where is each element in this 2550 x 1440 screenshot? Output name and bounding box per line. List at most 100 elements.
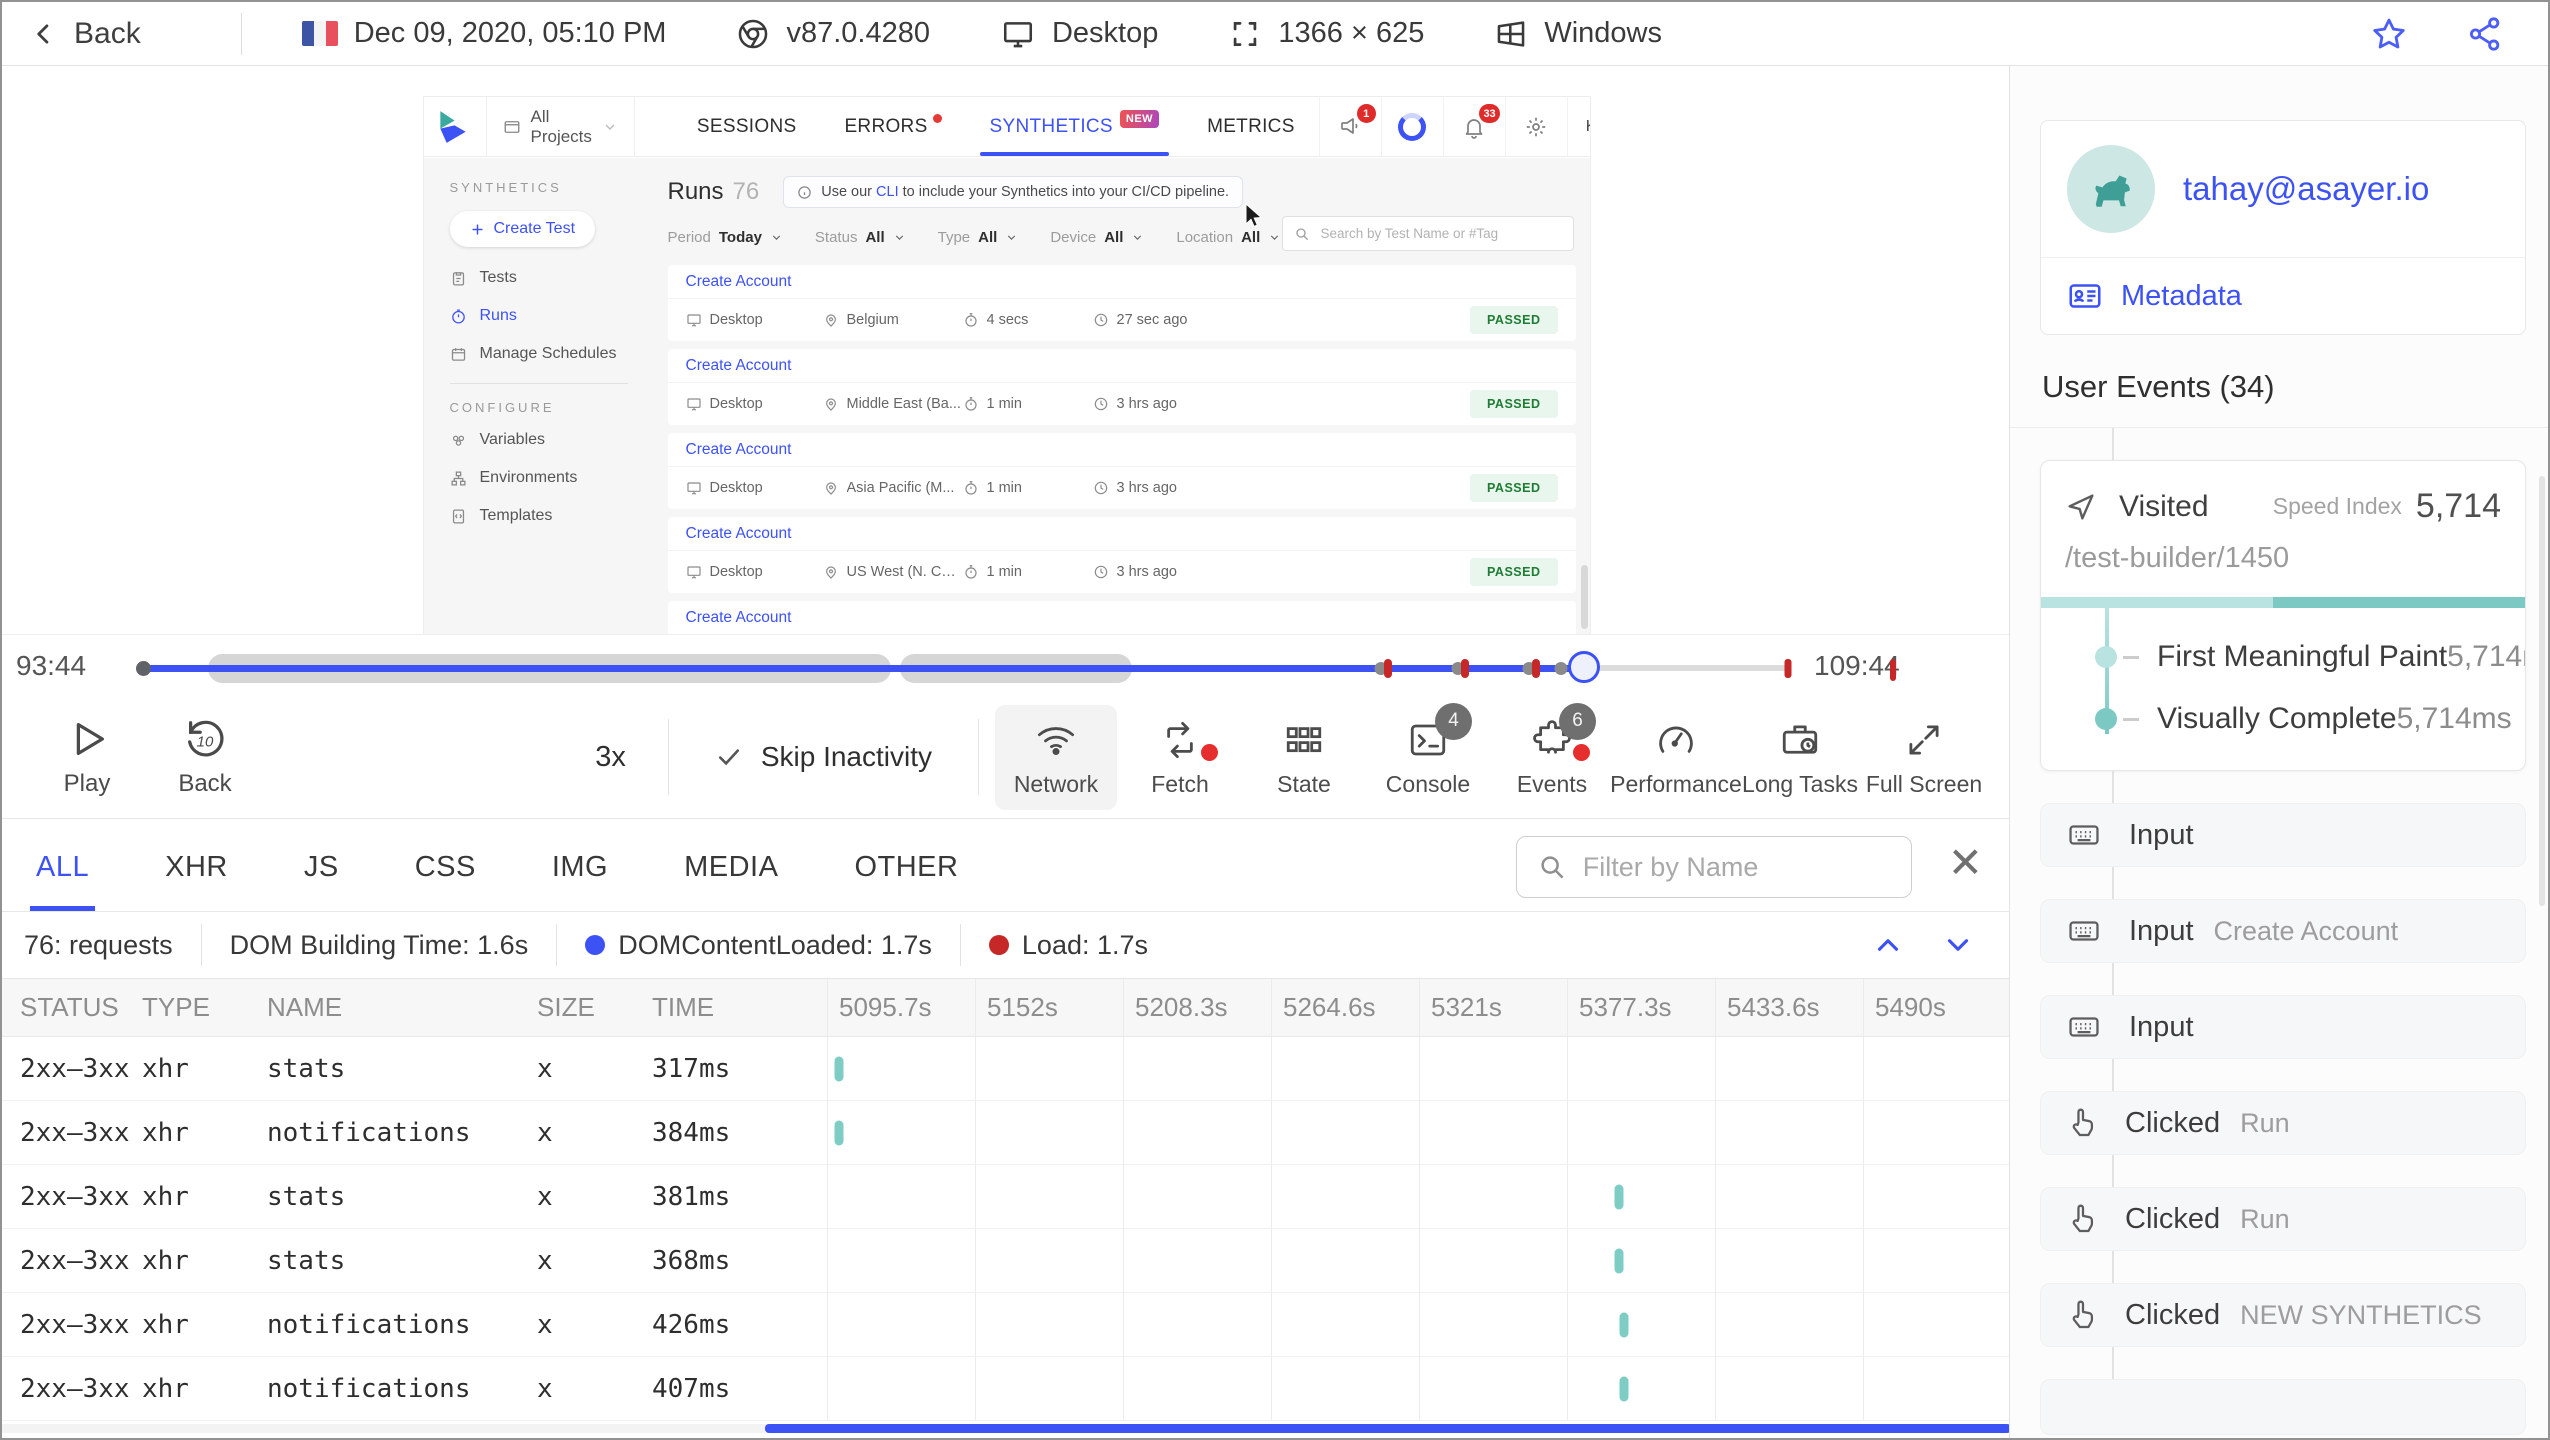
panel-toggle-button[interactable]: State [1243, 705, 1365, 810]
network-type-tab[interactable]: OTHER [852, 851, 960, 911]
network-wifi-icon [1034, 719, 1078, 761]
bell-icon: 33 [1442, 97, 1505, 156]
favorite-star-icon[interactable] [2370, 15, 2408, 53]
event-connector [2112, 428, 2114, 460]
error-marker[interactable] [1531, 659, 1540, 678]
request-size: x [537, 1373, 553, 1404]
create-test-button: Create Test [449, 211, 596, 247]
monitor-icon [686, 314, 701, 327]
request-size: x [537, 1117, 553, 1148]
run-location: Asia Pacific (M... [823, 480, 963, 496]
divider [449, 383, 628, 384]
chevron-down-icon [772, 234, 781, 240]
divider [240, 12, 242, 55]
filter-by-name-input[interactable] [1580, 850, 1891, 884]
run-card: Create Account Desktop US West (N. Cal..… [667, 517, 1576, 593]
replayed-app-tab: METRICS [1207, 115, 1295, 137]
request-size: x [537, 1245, 553, 1276]
user-event-item[interactable]: Input [2040, 995, 2526, 1059]
network-request-row[interactable]: 2xx–3xx xhr stats x 317ms [2, 1037, 2011, 1101]
timeline-end-marker [1784, 659, 1792, 678]
panel-toggle-button[interactable]: 4 Console [1367, 702, 1489, 810]
resolution-brackets-icon [1228, 17, 1262, 51]
event-value: Run [2240, 1107, 2290, 1138]
timeline-progress [140, 665, 1584, 672]
error-marker[interactable] [1460, 659, 1469, 678]
run-test-name-link: Create Account [667, 433, 1576, 467]
dash [2123, 717, 2139, 721]
rewind-10-icon: 10 [182, 716, 228, 762]
event-connector [2112, 1155, 2114, 1187]
waterfall-tick [834, 1120, 844, 1145]
location-pin-icon [825, 398, 836, 411]
network-type-tab[interactable]: XHR [163, 851, 230, 911]
search-icon [1294, 226, 1310, 242]
request-type: xhr [142, 1245, 189, 1276]
play-icon [64, 716, 110, 762]
network-type-tab[interactable]: JS [302, 851, 341, 911]
jump-next-icon[interactable] [1941, 928, 1975, 962]
calendar-icon [450, 346, 467, 363]
metric-dot [2095, 708, 2117, 730]
back-button[interactable]: Back [30, 17, 141, 51]
network-table-header: STATUS TYPE NAME SIZE TIME 5095.7s 5152s 5… [2, 979, 2011, 1037]
request-name: notifications [267, 1309, 471, 1340]
skip-inactivity-toggle[interactable]: Skip Inactivity [669, 741, 978, 773]
user-event-item[interactable]: Clicked NEW SYNTHETICS [2040, 1283, 2526, 1347]
network-request-row[interactable]: 2xx–3xx xhr stats x 381ms [2, 1165, 2011, 1229]
state-grid-icon [1282, 719, 1326, 761]
horizontal-scrollbar [2, 1424, 2011, 1433]
error-marker[interactable] [1383, 659, 1392, 678]
share-icon[interactable] [2466, 15, 2504, 53]
panel-toggle-button[interactable]: Network [995, 704, 1117, 810]
stopwatch-icon [964, 313, 977, 327]
timeline-track[interactable] [136, 651, 1792, 683]
visited-event-card[interactable]: Visited Speed Index 5,714 /test-builder/… [2040, 460, 2526, 771]
metric-row: First Meaningful Paint 5,714ms [2095, 640, 2525, 674]
status-badge: PASSED [1470, 558, 1558, 586]
user-events-title: User Events (34) [2042, 369, 2275, 404]
panel-toggle-button[interactable]: Performance [1610, 705, 1742, 810]
request-size: x [537, 1181, 553, 1212]
network-type-tab[interactable]: IMG [550, 851, 610, 911]
waterfall-time-label: 5152s [987, 992, 1058, 1022]
user-event-item[interactable]: Clicked Run [2040, 1187, 2526, 1251]
clock-icon [450, 308, 467, 325]
user-event-item[interactable]: Input Create Account [2040, 899, 2526, 963]
run-time-ago: 27 sec ago [1093, 312, 1187, 328]
jump-previous-icon[interactable] [1871, 928, 1905, 962]
playhead[interactable] [1567, 651, 1600, 683]
request-type: xhr [142, 1181, 189, 1212]
speed-index-value: 5,714 [2415, 487, 2501, 525]
scrollbar-thumb[interactable] [765, 1424, 2011, 1433]
event-connector [2112, 867, 2114, 899]
close-panel-button[interactable]: ✕ [1942, 841, 1989, 885]
player-controls: Play 10 Back 3x Skip Inactivity Network … [2, 696, 2011, 818]
request-status: 2xx–3xx [20, 1373, 130, 1404]
network-request-row[interactable]: 2xx–3xx xhr notifications x 407ms [2, 1357, 2011, 1421]
panel-toggle-button[interactable]: 6 Events [1491, 702, 1613, 810]
user-event-item[interactable]: Input [2040, 803, 2526, 867]
panel-toggle-button[interactable]: Full Screen [1863, 705, 1985, 810]
user-email-link[interactable]: tahay@asayer.io [2183, 170, 2429, 208]
network-type-tab[interactable]: MEDIA [682, 851, 780, 911]
sidebar-scrollbar[interactable] [2539, 476, 2545, 906]
panel-toggle-button[interactable]: Fetch [1119, 705, 1241, 810]
alert-dot [1201, 743, 1218, 761]
announcements-icon: 1 [1318, 97, 1381, 156]
network-request-row[interactable]: 2xx–3xx xhr notifications x 426ms [2, 1293, 2011, 1357]
playback-speed[interactable]: 3x [553, 741, 668, 774]
network-request-row[interactable]: 2xx–3xx xhr stats x 368ms [2, 1229, 2011, 1293]
network-type-tab[interactable]: CSS [413, 851, 478, 911]
top-bar: Back Dec 09, 2020, 05:10 PM v87.0.4280 D… [2, 2, 2548, 66]
sidebar-section-title: CONFIGURE [449, 400, 555, 415]
user-event-item[interactable]: Clicked Run [2040, 1091, 2526, 1155]
visited-url: /test-builder/1450 [2065, 542, 2290, 574]
panel-toggle-button[interactable]: Long Tasks [1739, 705, 1861, 810]
dom-content-loaded: DOMContentLoaded: 1.7s [585, 930, 932, 961]
network-request-row[interactable]: 2xx–3xx xhr notifications x 384ms [2, 1101, 2011, 1165]
metadata-button[interactable]: Metadata [2041, 258, 2525, 334]
back-10-button[interactable]: 10 Back [146, 715, 264, 799]
play-button[interactable]: Play [28, 715, 146, 799]
network-type-tab[interactable]: ALL [29, 851, 96, 911]
